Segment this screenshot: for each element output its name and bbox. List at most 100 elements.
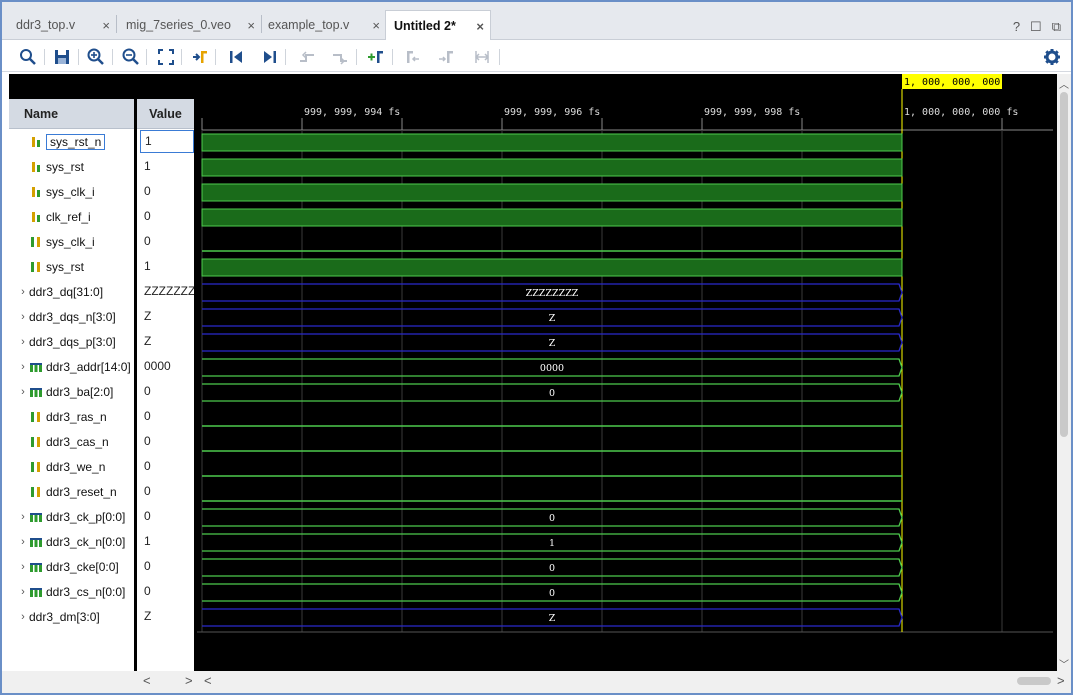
signal-row[interactable]: sys_rst bbox=[29, 154, 84, 179]
scroll-left-icon[interactable]: < bbox=[204, 673, 212, 688]
signal-name: sys_clk_i bbox=[46, 184, 95, 199]
chevron-right-icon[interactable]: › bbox=[17, 286, 29, 298]
horizontal-scrollbar[interactable]: < > < > bbox=[2, 671, 1071, 693]
close-icon[interactable]: × bbox=[372, 18, 380, 33]
chevron-right-icon[interactable]: › bbox=[17, 586, 29, 598]
signal-row[interactable]: › ddr3_dqs_n[3:0] bbox=[17, 304, 116, 329]
add-marker-icon[interactable] bbox=[366, 47, 386, 67]
chevron-right-icon[interactable]: › bbox=[17, 511, 29, 523]
scroll-up-icon[interactable]: ︿ bbox=[1059, 76, 1069, 91]
signal-row[interactable]: › ddr3_dqs_p[3:0] bbox=[17, 329, 116, 354]
signal-row[interactable]: ddr3_reset_n bbox=[29, 479, 117, 504]
previous-marker-icon[interactable] bbox=[402, 47, 422, 67]
close-icon[interactable]: × bbox=[102, 18, 110, 33]
signal-row[interactable]: sys_clk_i bbox=[29, 179, 95, 204]
toolbar-separator bbox=[78, 49, 79, 65]
tab-label: ddr3_top.v bbox=[16, 18, 76, 32]
tab-label: mig_7series_0.veo bbox=[126, 18, 231, 32]
signal-row[interactable]: › ddr3_addr[14:0] bbox=[17, 354, 131, 379]
go-to-time-0-icon[interactable] bbox=[226, 47, 246, 67]
chevron-right-icon[interactable]: › bbox=[17, 611, 29, 623]
signal-name: ddr3_dm[3:0] bbox=[29, 609, 100, 624]
signal-name: ddr3_reset_n bbox=[46, 484, 117, 499]
chevron-right-icon[interactable]: › bbox=[17, 386, 29, 398]
settings-icon[interactable] bbox=[1042, 47, 1062, 67]
zoom-in-icon[interactable] bbox=[86, 47, 106, 67]
next-transition-icon[interactable] bbox=[330, 47, 350, 67]
toolbar-separator bbox=[44, 49, 45, 65]
signal-row[interactable]: ddr3_we_n bbox=[29, 454, 105, 479]
value-header-label: Value bbox=[149, 106, 182, 121]
signal-row[interactable]: › ddr3_dm[3:0] bbox=[17, 604, 100, 629]
vertical-scrollbar[interactable]: ︿ ﹀ bbox=[1057, 74, 1071, 671]
signal-name: ddr3_cs_n[0:0] bbox=[46, 584, 126, 599]
help-icon[interactable]: ? bbox=[1013, 19, 1020, 35]
signal-name: ddr3_ras_n bbox=[46, 409, 107, 424]
signal-row[interactable]: › ddr3_ck_p[0:0] bbox=[17, 504, 125, 529]
signal-name: ddr3_dqs_n[3:0] bbox=[29, 309, 116, 324]
signal-name: ddr3_ck_n[0:0] bbox=[46, 534, 126, 549]
bus-value-label: 0 bbox=[549, 513, 555, 524]
go-to-cursor-icon[interactable] bbox=[190, 47, 210, 67]
horizontal-scroll-thumb[interactable] bbox=[1017, 677, 1051, 685]
waveform-canvas[interactable]: 1, 000, 000, 000 fs 999, 999, 994 fs 999, … bbox=[197, 74, 1057, 671]
search-icon[interactable] bbox=[18, 47, 38, 67]
signal-value: 0 bbox=[144, 384, 151, 398]
swap-cursors-icon[interactable] bbox=[472, 47, 492, 67]
signal-high-wave bbox=[201, 208, 903, 227]
signal-icon bbox=[29, 135, 43, 149]
signal-name: sys_clk_i bbox=[46, 234, 95, 249]
waveform-svg: 1, 000, 000, 000 fs 999, 999, 994 fs 999, … bbox=[197, 74, 1053, 633]
signal-name: ddr3_cas_n bbox=[46, 434, 109, 449]
value-column-header[interactable]: Value bbox=[137, 99, 194, 129]
chevron-right-icon[interactable]: › bbox=[17, 536, 29, 548]
tab-untitled-2[interactable]: Untitled 2* × bbox=[385, 10, 491, 40]
signal-row[interactable]: › ddr3_ck_n[0:0] bbox=[17, 529, 125, 554]
signal-row[interactable]: clk_ref_i bbox=[29, 204, 91, 229]
chevron-right-icon[interactable]: › bbox=[17, 361, 29, 373]
scroll-left-icon[interactable]: < bbox=[143, 673, 151, 688]
bus-icon bbox=[29, 585, 43, 599]
signal-high-wave bbox=[201, 258, 903, 277]
scroll-right-icon[interactable]: > bbox=[185, 673, 193, 688]
signal-row[interactable]: › ddr3_cs_n[0:0] bbox=[17, 579, 125, 604]
chevron-right-icon[interactable]: › bbox=[17, 311, 29, 323]
signal-value: 0 bbox=[144, 209, 151, 223]
signal-row[interactable]: › ddr3_cke[0:0] bbox=[17, 554, 119, 579]
scroll-down-icon[interactable]: ﹀ bbox=[1059, 656, 1069, 671]
signal-row[interactable]: sys_clk_i bbox=[29, 229, 95, 254]
tab-example-top[interactable]: example_top.v × bbox=[260, 10, 386, 40]
go-to-last-time-icon[interactable] bbox=[260, 47, 280, 67]
save-icon[interactable] bbox=[52, 47, 72, 67]
signal-row[interactable]: ddr3_ras_n bbox=[29, 404, 107, 429]
signal-value: Z bbox=[144, 309, 152, 323]
next-marker-icon[interactable] bbox=[436, 47, 456, 67]
vertical-scroll-thumb[interactable] bbox=[1060, 92, 1068, 437]
name-column-header[interactable]: Name bbox=[9, 99, 134, 129]
signal-value: 0 bbox=[144, 559, 151, 573]
tab-ddr3-top[interactable]: ddr3_top.v × bbox=[8, 10, 116, 40]
signal-row[interactable]: sys_rst bbox=[29, 254, 84, 279]
tab-mig-7series[interactable]: mig_7series_0.veo × bbox=[118, 10, 261, 40]
signal-row[interactable]: ddr3_cas_n bbox=[29, 429, 109, 454]
signal-row[interactable]: › ddr3_ba[2:0] bbox=[17, 379, 113, 404]
restore-icon[interactable]: ☐ bbox=[1030, 19, 1042, 35]
signal-row[interactable]: sys_rst_n bbox=[29, 129, 106, 154]
bus-value-label: 1 bbox=[549, 538, 555, 549]
signal-row[interactable]: › ddr3_dq[31:0] bbox=[17, 279, 103, 304]
popout-icon[interactable]: ⧉ bbox=[1052, 19, 1061, 35]
bus-value-label: Z bbox=[549, 338, 556, 349]
zoom-fit-icon[interactable] bbox=[156, 47, 176, 67]
signal-high-wave bbox=[201, 183, 903, 202]
previous-transition-icon[interactable] bbox=[297, 47, 317, 67]
close-icon[interactable]: × bbox=[476, 19, 484, 34]
chevron-right-icon[interactable]: › bbox=[17, 561, 29, 573]
signal-value: 0 bbox=[144, 484, 151, 498]
toolbar-separator bbox=[285, 49, 286, 65]
scroll-right-icon[interactable]: > bbox=[1057, 673, 1065, 688]
tab-bar: ddr3_top.v × mig_7series_0.veo × example… bbox=[2, 2, 1071, 40]
close-icon[interactable]: × bbox=[247, 18, 255, 33]
chevron-right-icon[interactable]: › bbox=[17, 336, 29, 348]
signal-value: 1 bbox=[144, 534, 151, 548]
zoom-out-icon[interactable] bbox=[121, 47, 141, 67]
